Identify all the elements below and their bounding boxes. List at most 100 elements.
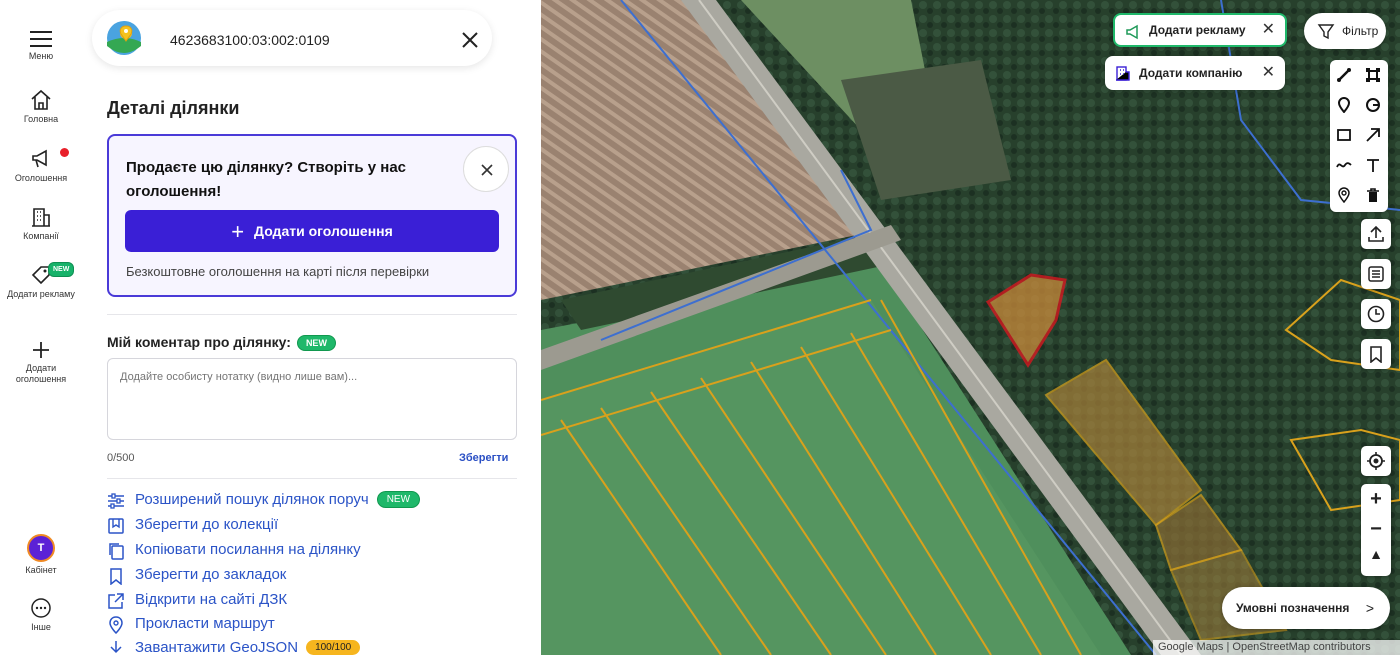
rail-other-label: Інше bbox=[31, 622, 51, 632]
draw-line-icon bbox=[1337, 68, 1351, 82]
bookmarks-button[interactable] bbox=[1361, 339, 1391, 369]
my-location-button[interactable] bbox=[1361, 446, 1391, 476]
left-rail: Меню Головна Оголошення Компанії NEW Дод… bbox=[0, 0, 82, 655]
parcel-search-card: 4623683100:03:002:0109 bbox=[92, 10, 492, 66]
draw-polygon-icon bbox=[1366, 68, 1380, 82]
action-label: Зберегти до колекції bbox=[135, 516, 279, 533]
add-advertising-chip[interactable]: Додати рекламу ✕ bbox=[1113, 13, 1287, 47]
download-icon bbox=[110, 641, 122, 654]
line-tool[interactable] bbox=[1330, 60, 1359, 90]
building-icon bbox=[32, 208, 50, 227]
add-listing-label: Додати оголошення bbox=[254, 223, 393, 239]
cadastral-number: 4623683100:03:002:0109 bbox=[170, 32, 330, 48]
history-button[interactable] bbox=[1361, 299, 1391, 329]
app-root: Меню Головна Оголошення Компанії NEW Дод… bbox=[0, 0, 1400, 655]
rail-companies[interactable]: Компанії bbox=[0, 206, 82, 242]
copy-icon bbox=[109, 543, 124, 560]
rail-menu-label: Меню bbox=[28, 51, 54, 61]
circle-tool[interactable] bbox=[1359, 90, 1388, 120]
notification-dot bbox=[60, 148, 69, 157]
parcel-details-panel: 4623683100:03:002:0109 Деталі ділянки Пр… bbox=[82, 0, 541, 655]
add-company-chip[interactable]: Додати компанію ✕ bbox=[1105, 56, 1285, 90]
rail-advertise-label: Додати рекламу bbox=[7, 289, 75, 299]
arrow-tool[interactable] bbox=[1359, 120, 1388, 150]
save-comment-link[interactable]: Зберегти bbox=[459, 452, 508, 464]
close-icon bbox=[481, 164, 493, 176]
zoom-in-button[interactable]: + bbox=[1361, 488, 1391, 511]
zoom-control: + − ▲ bbox=[1361, 484, 1391, 576]
char-counter: 0/500 bbox=[107, 452, 135, 464]
polygon-tool[interactable] bbox=[1359, 60, 1388, 90]
zoom-out-button[interactable]: − bbox=[1361, 518, 1391, 541]
draw-toolbox bbox=[1330, 60, 1388, 212]
comment-new-badge: NEW bbox=[296, 335, 336, 351]
sell-promo-box: Продаєте цю ділянку? Створіть у нас огол… bbox=[107, 134, 517, 297]
add-company-label: Додати компанію bbox=[1139, 66, 1243, 80]
text-tool[interactable] bbox=[1359, 150, 1388, 180]
freehand-icon bbox=[1336, 162, 1352, 168]
comment-label: Мій коментар про ділянку: bbox=[107, 334, 291, 350]
layers-icon bbox=[1368, 266, 1384, 282]
rail-companies-label: Компанії bbox=[23, 231, 59, 241]
filter-button[interactable]: Фільтр bbox=[1304, 13, 1386, 49]
rectangle-icon bbox=[1337, 129, 1351, 141]
rectangle-tool[interactable] bbox=[1330, 120, 1359, 150]
divider bbox=[107, 478, 517, 479]
promo-close-button[interactable] bbox=[463, 146, 509, 192]
circle-radius-icon bbox=[1366, 98, 1380, 112]
marker-icon bbox=[1337, 97, 1351, 113]
building-icon bbox=[1116, 66, 1130, 81]
delete-tool[interactable] bbox=[1359, 180, 1388, 210]
rail-home[interactable]: Головна bbox=[0, 89, 82, 125]
map-attribution[interactable]: Google Maps | OpenStreetMap contributors bbox=[1153, 640, 1400, 655]
rail-other[interactable]: Інше bbox=[0, 597, 82, 633]
rail-cabinet[interactable]: Т Кабінет bbox=[0, 534, 82, 576]
close-icon[interactable]: ✕ bbox=[1262, 15, 1275, 45]
divider bbox=[107, 314, 517, 315]
rail-advertise[interactable]: NEW Додати рекламу bbox=[0, 262, 82, 300]
hamburger-icon bbox=[30, 31, 52, 47]
compass-icon[interactable]: ▲ bbox=[1361, 546, 1391, 562]
text-icon bbox=[1367, 159, 1379, 172]
sell-promo-note: Безкоштовне оголошення на карті після пе… bbox=[126, 264, 430, 279]
crosshair-icon bbox=[1367, 452, 1385, 470]
action-label: Прокласти маршрут bbox=[135, 615, 275, 632]
collection-icon bbox=[108, 518, 124, 534]
rail-ads-label: Оголошення bbox=[14, 173, 68, 183]
trash-icon bbox=[1367, 188, 1379, 202]
upload-icon bbox=[1368, 225, 1384, 242]
plus-icon bbox=[33, 342, 49, 358]
megaphone-icon bbox=[1126, 24, 1138, 40]
rail-menu[interactable]: Меню bbox=[0, 30, 82, 62]
marker-tool[interactable] bbox=[1330, 90, 1359, 120]
add-listing-button[interactable]: + Додати оголошення bbox=[125, 210, 499, 252]
close-icon[interactable]: ✕ bbox=[1262, 56, 1275, 90]
action-label: Відкрити на сайті ДЗК bbox=[135, 591, 288, 608]
rail-ads[interactable]: Оголошення bbox=[0, 148, 82, 184]
place-pin-tool[interactable] bbox=[1330, 180, 1359, 210]
map-view[interactable]: Додати рекламу ✕ Додати компанію ✕ Фільт… bbox=[541, 0, 1400, 655]
action-label: Зберегти до закладок bbox=[135, 566, 287, 583]
arrow-icon bbox=[1366, 128, 1380, 142]
filter-label: Фільтр bbox=[1342, 24, 1379, 38]
rail-new-badge: NEW bbox=[48, 262, 75, 277]
rail-home-label: Головна bbox=[23, 114, 59, 124]
bookmark-icon bbox=[1370, 346, 1382, 363]
legend-button[interactable]: Умовні позначення > bbox=[1222, 587, 1390, 629]
comment-textarea[interactable] bbox=[107, 358, 517, 440]
action-label: Завантажити GeoJSON bbox=[135, 639, 299, 655]
chevron-right-icon: > bbox=[1365, 600, 1374, 616]
bookmark-icon bbox=[110, 568, 122, 585]
layers-button[interactable] bbox=[1361, 259, 1391, 289]
close-icon[interactable] bbox=[458, 28, 482, 52]
legend-label: Умовні позначення bbox=[1236, 601, 1350, 615]
freehand-tool[interactable] bbox=[1330, 150, 1359, 180]
rail-cabinet-label: Кабінет bbox=[25, 565, 57, 575]
upload-button[interactable] bbox=[1361, 219, 1391, 249]
more-icon bbox=[31, 598, 51, 618]
avatar: Т bbox=[27, 534, 55, 562]
satellite-map[interactable] bbox=[541, 0, 1400, 655]
action-new-badge: NEW bbox=[376, 491, 421, 508]
megaphone-icon bbox=[32, 149, 47, 168]
rail-add-ad[interactable]: Додати оголошення bbox=[0, 340, 82, 385]
